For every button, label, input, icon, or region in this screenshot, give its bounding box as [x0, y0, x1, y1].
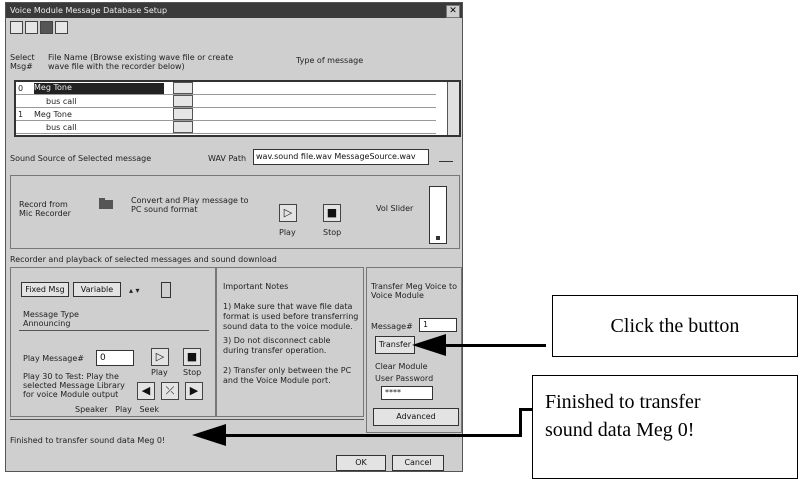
row-name: bus call	[46, 97, 77, 106]
category-value: Announcing	[23, 319, 71, 328]
arrow-line	[519, 408, 533, 411]
transfer-button[interactable]: Transfer	[375, 336, 415, 354]
table-row[interactable]: 1 Meg Tone	[16, 108, 436, 121]
password-label: User Password	[375, 374, 434, 383]
sound-source-label: Sound Source of Selected message	[10, 154, 152, 163]
seek-icon[interactable]: ▶	[185, 382, 203, 400]
tab-variable[interactable]: Variable	[73, 282, 121, 297]
window-title: Voice Module Message Database Setup	[10, 6, 168, 15]
callout-line: Finished to transfer	[545, 391, 701, 413]
save-icon[interactable]	[40, 21, 53, 34]
callout-finished-transfer: Finished to transfer sound data Meg 0!	[532, 375, 798, 479]
print-icon[interactable]	[55, 21, 68, 34]
notes-title: Important Notes	[223, 282, 289, 291]
play-label: Play	[151, 368, 168, 377]
callout-line: sound data Meg 0!	[545, 419, 695, 441]
stop-label: Stop	[183, 368, 202, 377]
play-message-label: Play Message#	[23, 354, 84, 363]
row-marker: 0	[18, 84, 24, 93]
table-row[interactable]: 0 Meg Tone	[16, 82, 436, 95]
notes-line: 3) Do not disconnect cable	[223, 336, 331, 345]
browse-button[interactable]	[173, 82, 193, 94]
recorder-panel: Record from Mic Recorder Convert and Pla…	[10, 175, 460, 249]
tab-spinner-icon[interactable]: ▴ ▾	[129, 286, 140, 295]
tab-toggle[interactable]	[161, 282, 171, 298]
row-name[interactable]: Meg Tone	[34, 83, 164, 94]
type-column-header: Type of message	[296, 56, 364, 65]
message-number-label: Message#	[371, 322, 413, 331]
row-marker: 1	[18, 110, 24, 119]
table-row[interactable]: bus call	[16, 95, 436, 108]
wav-path-label: WAV Path	[208, 154, 247, 163]
row-name: bus call	[46, 123, 77, 132]
stop-icon[interactable]: ■	[183, 348, 201, 366]
play-message-field[interactable]: 0	[96, 350, 134, 366]
notes-line: format is used before transferring	[223, 312, 359, 321]
play-label: Play	[279, 228, 296, 237]
slider-thumb[interactable]	[436, 236, 440, 240]
arrow-head-icon	[192, 424, 226, 446]
browse-button[interactable]	[173, 108, 193, 120]
divider	[19, 330, 209, 331]
play-icon[interactable]: ▷	[279, 204, 297, 222]
clear-module-label: Clear Module	[375, 362, 428, 371]
cancel-button[interactable]: Cancel	[392, 455, 444, 471]
playback-footer: Speaker Play Seek	[75, 405, 160, 414]
password-field[interactable]: ****	[381, 386, 433, 400]
divider	[439, 161, 453, 162]
section-caption: Recorder and playback of selected messag…	[10, 255, 277, 264]
message-database-window: Voice Module Message Database Setup ✕ Se…	[5, 2, 463, 472]
notes-line: and the Voice Module port.	[223, 376, 331, 385]
ok-button[interactable]: OK	[336, 455, 386, 471]
open-icon[interactable]	[25, 21, 38, 34]
category-label: Message Type	[23, 310, 79, 319]
rewind-icon[interactable]: ⤫	[161, 382, 179, 400]
advanced-button[interactable]: Advanced	[373, 408, 459, 426]
callout-click-button: Click the button	[552, 295, 798, 357]
title-bar: Voice Module Message Database Setup ✕	[6, 3, 462, 18]
arrow-line	[224, 434, 520, 437]
convert-label: Convert and Play message to PC sound for…	[131, 196, 249, 214]
message-number-field[interactable]: 1	[419, 318, 457, 332]
close-button[interactable]: ✕	[446, 5, 460, 18]
volume-label: Vol Slider	[376, 204, 414, 213]
speaker-icon[interactable]: ◀	[137, 382, 155, 400]
notes-line: sound data to the voice module.	[223, 322, 353, 331]
arrow-head-icon	[412, 334, 446, 356]
play-icon[interactable]: ▷	[151, 348, 169, 366]
browse-button[interactable]	[173, 121, 193, 133]
stop-icon[interactable]: ■	[323, 204, 341, 222]
select-column-header: Select Msg#	[10, 53, 35, 71]
tab-fixed-msg[interactable]: Fixed Msg	[21, 282, 69, 297]
notes-line: during transfer operation.	[223, 346, 327, 355]
row-name: Meg Tone	[34, 110, 72, 119]
arrow-line	[442, 344, 546, 347]
record-label: Record from Mic Recorder	[19, 200, 71, 218]
transfer-title: Transfer Meg Voice to Voice Module	[371, 282, 458, 300]
browse-button[interactable]	[173, 95, 193, 107]
grid-scrollbar[interactable]	[447, 82, 459, 135]
notes-panel: Important Notes 1) Make sure that wave f…	[216, 267, 364, 417]
wav-path-field[interactable]: wav.sound file.wav MessageSource.wav	[253, 149, 429, 165]
new-icon[interactable]	[10, 21, 23, 34]
volume-slider[interactable]	[429, 186, 447, 244]
playback-note: Play 30 to Test: Play the selected Messa…	[23, 372, 125, 399]
notes-line: 2) Transfer only between the PC	[223, 366, 352, 375]
playback-panel: Fixed Msg Variable ▴ ▾ Message Type Anno…	[10, 267, 216, 417]
notes-line: 1) Make sure that wave file data	[223, 302, 353, 311]
folder-icon[interactable]	[97, 196, 115, 214]
arrow-line	[519, 408, 522, 437]
file-column-header: File Name (Browse existing wave file or …	[48, 53, 234, 71]
table-row[interactable]: bus call	[16, 121, 436, 134]
message-grid[interactable]: 0 Meg Tone bus call 1 Meg Tone bus call	[14, 80, 461, 137]
divider	[10, 419, 364, 420]
stop-label: Stop	[323, 228, 342, 237]
